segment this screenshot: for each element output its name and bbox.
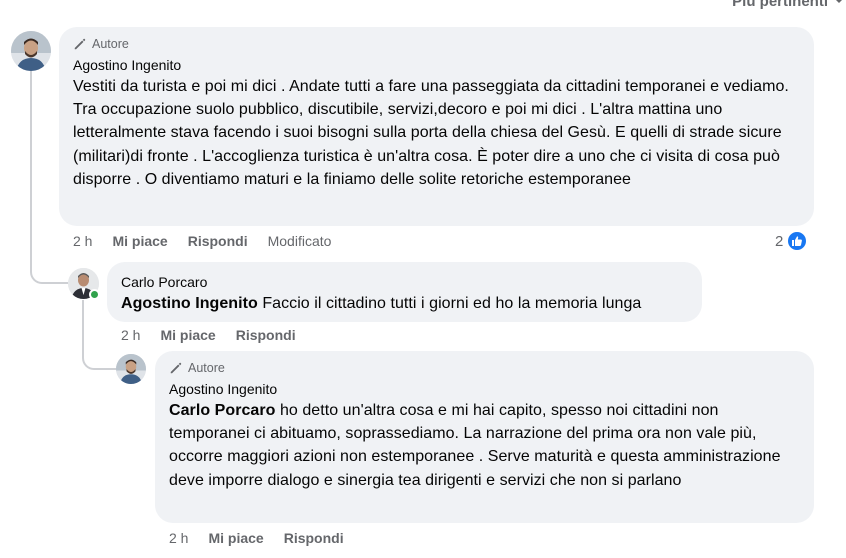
comment-actions: 2 h Mi piace Rispondi	[121, 327, 316, 343]
comment-text: Vestiti da turista e poi mi dici . Andat…	[73, 78, 789, 188]
badge-label: Autore	[92, 37, 129, 51]
sort-dropdown[interactable]: Più pertinenti	[732, 0, 844, 10]
reaction-summary[interactable]: 2	[775, 230, 809, 252]
comment-time[interactable]: 2 h	[121, 327, 140, 343]
avatar-image	[11, 31, 51, 71]
reaction-count: 2	[775, 232, 784, 250]
thread-elbow-reply-2	[82, 340, 116, 370]
pencil-icon	[74, 38, 86, 50]
comment-time[interactable]: 2 h	[73, 233, 92, 249]
author-badge: Autore	[169, 360, 800, 376]
like-button[interactable]: Mi piace	[208, 530, 263, 546]
online-status-icon	[89, 289, 100, 300]
comment-actions: 2 h Mi piace Rispondi Modificato	[73, 233, 351, 249]
mention-link[interactable]: Agostino Ingenito	[121, 295, 258, 312]
sort-label: Più pertinenti	[732, 0, 828, 10]
thread-elbow-reply-1	[30, 250, 68, 284]
thread-line-main	[30, 70, 32, 270]
comment-author[interactable]: Agostino Ingenito	[169, 380, 800, 398]
comment-author[interactable]: Agostino Ingenito	[73, 56, 800, 74]
comment-author[interactable]: Carlo Porcaro	[121, 273, 688, 291]
comment-time[interactable]: 2 h	[169, 530, 188, 546]
like-icon	[786, 230, 809, 252]
avatar-image	[116, 354, 146, 384]
reply-button[interactable]: Rispondi	[236, 327, 296, 343]
comment-bubble: Carlo Porcaro Agostino Ingenito Faccio i…	[107, 262, 702, 322]
comment-text: Carlo Porcaro ho detto un'altra cosa e m…	[169, 399, 800, 492]
edited-label: Modificato	[267, 233, 332, 249]
reply-button[interactable]: Rispondi	[284, 530, 344, 546]
comment-bubble: Autore Agostino Ingenito Carlo Porcaro h…	[155, 351, 814, 523]
reply-button[interactable]: Rispondi	[188, 233, 248, 249]
pencil-icon	[170, 362, 182, 374]
badge-label: Autore	[188, 361, 225, 375]
comment-text: Agostino Ingenito Faccio il cittadino tu…	[121, 292, 688, 315]
avatar-agostino[interactable]	[11, 31, 51, 71]
comment-bubble: Autore Agostino Ingenito Vestiti da turi…	[59, 27, 814, 226]
mention-link[interactable]: Carlo Porcaro	[169, 402, 275, 419]
like-button[interactable]: Mi piace	[160, 327, 215, 343]
comment-body: Faccio il cittadino tutti i giorni ed ho…	[257, 295, 642, 312]
like-button[interactable]: Mi piace	[112, 233, 167, 249]
avatar-agostino[interactable]	[116, 354, 146, 384]
author-badge: Autore	[73, 36, 800, 52]
chevron-down-icon	[836, 0, 842, 3]
comment-actions: 2 h Mi piace Rispondi	[169, 530, 364, 546]
